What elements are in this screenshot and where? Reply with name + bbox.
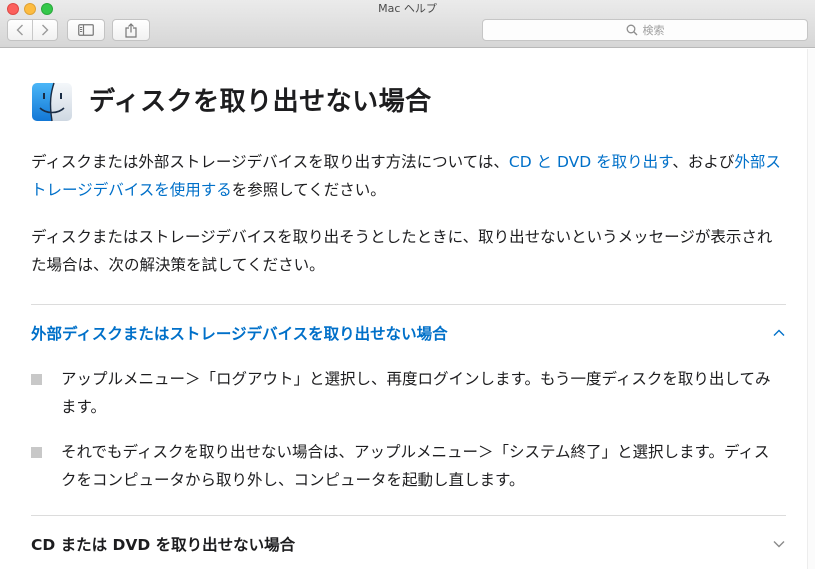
search-icon [626,24,637,36]
eject-cd-dvd-link[interactable]: CD と DVD を取り出す [509,153,673,171]
article-content: ディスクを取り出せない場合 ディスクまたは外部ストレージデバイスを取り出す方法に… [0,49,815,569]
divider [31,515,786,516]
chevron-up-icon [773,329,785,336]
search-placeholder: 検索 [642,24,665,37]
finder-icon [32,82,72,122]
bullet-square [31,374,42,385]
solution-intro-paragraph: ディスクまたはストレージデバイスを取り出そうとしたときに、取り出せないというメッ… [31,228,773,274]
list-item-text: アップルメニュー＞「ログアウト」と選択し、再度ログインします。もう一度ディスクを… [61,370,771,416]
list-item: それでもディスクを取り出せない場合は、アップルメニュー＞「システム終了」と選択し… [31,438,786,494]
help-window: Mac ヘルプ 検索 ディスクを取り出せない場合 ディスクまたは外部ストレージデ… [0,0,815,569]
search-field[interactable]: 検索 [482,19,808,41]
share-icon [125,22,137,38]
scrollbar[interactable] [807,49,815,569]
sidebar-icon [78,24,94,36]
divider [31,304,786,305]
section-header-external-disk[interactable]: 外部ディスクまたはストレージデバイスを取り出せない場合 [31,320,786,346]
intro-paragraph: ディスクまたは外部ストレージデバイスを取り出す方法については、CD と DVD … [31,148,786,204]
back-button[interactable] [8,20,32,40]
window-title: Mac ヘルプ [378,2,437,15]
sidebar-toggle-button[interactable] [67,19,105,41]
bullet-square [31,447,42,458]
page-title: ディスクを取り出せない場合 [89,87,432,117]
intro-text-1: ディスクまたは外部ストレージデバイスを取り出す方法については、 [31,153,509,171]
navigation-buttons [7,19,58,41]
chevron-down-icon [773,541,785,548]
list-item: アップルメニュー＞「ログアウト」と選択し、再度ログインします。もう一度ディスクを… [31,365,786,421]
article-header: ディスクを取り出せない場合 [31,82,432,122]
list-item-text: それでもディスクを取り出せない場合は、アップルメニュー＞「システム終了」と選択し… [61,443,770,489]
section-title: 外部ディスクまたはストレージデバイスを取り出せない場合 [31,325,448,343]
chevron-left-icon [16,24,24,36]
intro-text-3: を参照してください。 [231,181,386,199]
toolbar: Mac ヘルプ 検索 [0,0,815,48]
section-header-cd-dvd[interactable]: CD または DVD を取り出せない場合 [31,531,786,557]
forward-button[interactable] [32,20,57,40]
share-button[interactable] [112,19,150,41]
section-title: CD または DVD を取り出せない場合 [31,536,296,554]
chevron-right-icon [42,24,49,36]
intro-text-2: 、および [672,153,735,171]
